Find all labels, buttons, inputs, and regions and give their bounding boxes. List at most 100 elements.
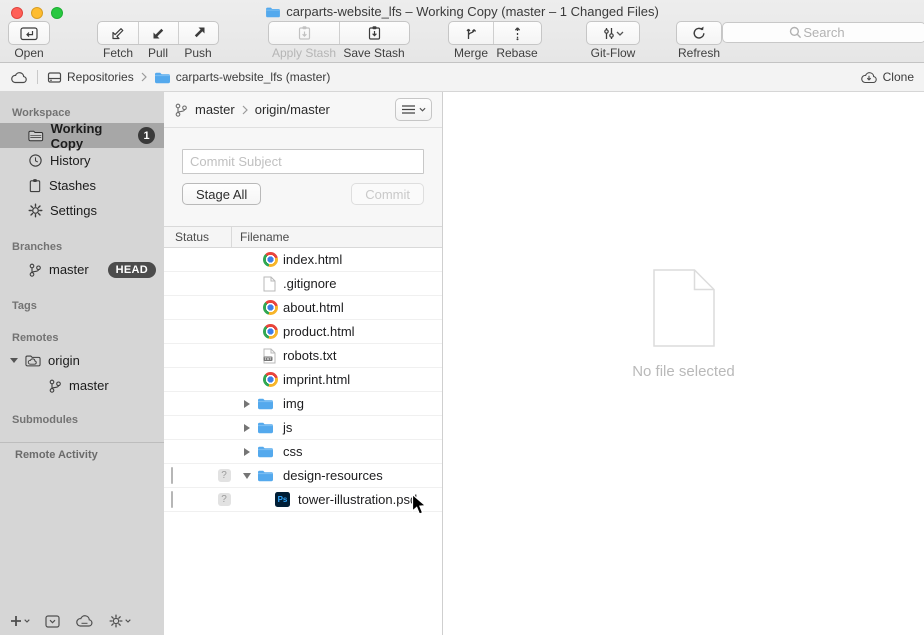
upstream-branch[interactable]: origin/master bbox=[255, 102, 330, 117]
merge-button[interactable] bbox=[449, 22, 493, 44]
pull-label: Pull bbox=[138, 46, 178, 60]
view-options-button[interactable] bbox=[395, 98, 432, 121]
no-file-selected-text: No file selected bbox=[632, 363, 735, 380]
history-label: History bbox=[50, 153, 90, 168]
fetch-label: Fetch bbox=[98, 46, 138, 60]
breadcrumb-repositories-label: Repositories bbox=[67, 70, 134, 84]
breadcrumb-repositories[interactable]: Repositories bbox=[47, 70, 134, 84]
status-badge: ? bbox=[218, 493, 231, 506]
table-row[interactable]: js bbox=[164, 416, 442, 440]
open-icon bbox=[20, 26, 38, 41]
stage-checkbox[interactable] bbox=[171, 491, 173, 508]
breadcrumb-divider bbox=[37, 70, 38, 84]
open-label: Open bbox=[9, 46, 49, 60]
table-row[interactable]: about.html bbox=[164, 296, 442, 320]
disclosure-collapsed-icon[interactable] bbox=[244, 424, 250, 432]
working-copy-folder-icon bbox=[28, 129, 44, 142]
sidebar-item-stashes[interactable]: Stashes bbox=[0, 173, 164, 198]
html-file-icon bbox=[263, 300, 278, 315]
generic-file-icon bbox=[263, 276, 276, 292]
apply-stash-icon bbox=[297, 25, 312, 41]
clone-label: Clone bbox=[883, 70, 914, 84]
disclosure-collapsed-icon[interactable] bbox=[244, 400, 250, 408]
disclosure-expanded-icon[interactable] bbox=[243, 473, 251, 479]
rebase-button[interactable] bbox=[493, 22, 541, 44]
sidebar-item-history[interactable]: History bbox=[0, 148, 164, 173]
git-flow-icon bbox=[602, 26, 616, 41]
settings-gear-icon bbox=[28, 203, 43, 218]
search-input[interactable] bbox=[722, 22, 924, 43]
refresh-button[interactable]: Refresh bbox=[676, 21, 722, 60]
folder-icon bbox=[257, 469, 274, 482]
save-stash-button[interactable] bbox=[339, 22, 409, 44]
table-row[interactable]: .gitignore bbox=[164, 272, 442, 296]
add-button[interactable] bbox=[10, 615, 30, 627]
table-row[interactable]: ? design-resources bbox=[164, 464, 442, 488]
sidebar-item-branch-master[interactable]: master HEAD bbox=[0, 257, 164, 282]
push-label: Push bbox=[178, 46, 218, 60]
breadcrumb-current-repo[interactable]: carparts-website_lfs (master) bbox=[154, 70, 331, 84]
column-status[interactable]: Status bbox=[164, 227, 232, 247]
filename: product.html bbox=[283, 324, 355, 339]
disclosure-expanded-icon[interactable] bbox=[10, 358, 18, 363]
disclosure-collapsed-icon[interactable] bbox=[244, 448, 250, 456]
commit-subject-input[interactable] bbox=[182, 149, 424, 174]
open-button-face[interactable] bbox=[9, 22, 49, 44]
pull-icon bbox=[151, 25, 167, 41]
cloud-icon bbox=[75, 614, 94, 628]
folder-icon bbox=[257, 397, 274, 410]
remotes-cloud-button[interactable] bbox=[10, 71, 28, 84]
sidebar-section-branches: Branches bbox=[0, 236, 164, 257]
open-button[interactable]: Open bbox=[8, 21, 50, 60]
collapse-panel-button[interactable] bbox=[45, 615, 60, 628]
folder-icon bbox=[265, 6, 281, 18]
branch-icon bbox=[28, 263, 42, 277]
current-branch[interactable]: master bbox=[195, 102, 235, 117]
clone-button[interactable]: Clone bbox=[860, 70, 914, 84]
html-file-icon bbox=[263, 372, 278, 387]
commit-button[interactable]: Commit bbox=[351, 183, 424, 205]
git-flow-button-face[interactable] bbox=[587, 22, 639, 44]
stash-button-group: Apply Stash Save Stash bbox=[268, 21, 410, 60]
save-stash-icon bbox=[367, 25, 382, 41]
table-row[interactable]: ? Ps tower-illustration.psd bbox=[164, 488, 442, 512]
sidebar-item-working-copy[interactable]: Working Copy 1 bbox=[0, 123, 164, 148]
table-row[interactable]: TXT robots.txt bbox=[164, 344, 442, 368]
table-row[interactable]: img bbox=[164, 392, 442, 416]
cloud-button[interactable] bbox=[75, 614, 94, 628]
column-filename[interactable]: Filename bbox=[232, 230, 289, 244]
chevron-right-icon bbox=[141, 72, 147, 82]
sidebar-item-remote-master[interactable]: master bbox=[0, 373, 164, 398]
refresh-button-face[interactable] bbox=[677, 22, 721, 44]
filename: css bbox=[283, 444, 303, 459]
table-row[interactable]: product.html bbox=[164, 320, 442, 344]
git-flow-button[interactable]: Git-Flow bbox=[586, 21, 640, 60]
table-row[interactable]: index.html bbox=[164, 248, 442, 272]
stage-all-button[interactable]: Stage All bbox=[182, 183, 261, 205]
sync-button-group: Fetch Pull Push bbox=[97, 21, 219, 60]
svg-text:TXT: TXT bbox=[265, 357, 273, 361]
chevron-down-icon bbox=[419, 107, 426, 112]
search-container bbox=[722, 22, 924, 43]
apply-stash-button[interactable] bbox=[269, 22, 339, 44]
actions-gear-button[interactable] bbox=[109, 614, 131, 628]
html-file-icon bbox=[263, 324, 278, 339]
stashes-clipboard-icon bbox=[28, 178, 42, 193]
hamburger-menu-icon bbox=[402, 105, 415, 114]
sidebar-item-settings[interactable]: Settings bbox=[0, 198, 164, 223]
sidebar: Workspace Working Copy 1 History Stashes bbox=[0, 92, 164, 635]
status-badge: ? bbox=[218, 469, 231, 482]
stage-checkbox[interactable] bbox=[171, 467, 173, 484]
merge-label: Merge bbox=[449, 46, 493, 60]
sidebar-item-remote-origin[interactable]: origin bbox=[0, 348, 164, 373]
apply-stash-label: Apply Stash bbox=[269, 46, 339, 60]
fetch-button[interactable] bbox=[98, 22, 138, 44]
preview-panel: No file selected bbox=[443, 92, 924, 635]
pull-button[interactable] bbox=[138, 22, 178, 44]
table-row[interactable]: css bbox=[164, 440, 442, 464]
remote-origin-label: origin bbox=[48, 353, 80, 368]
push-icon bbox=[191, 25, 207, 41]
breadcrumb-repo-label: carparts-website_lfs (master) bbox=[176, 70, 331, 84]
push-button[interactable] bbox=[178, 22, 218, 44]
table-row[interactable]: imprint.html bbox=[164, 368, 442, 392]
